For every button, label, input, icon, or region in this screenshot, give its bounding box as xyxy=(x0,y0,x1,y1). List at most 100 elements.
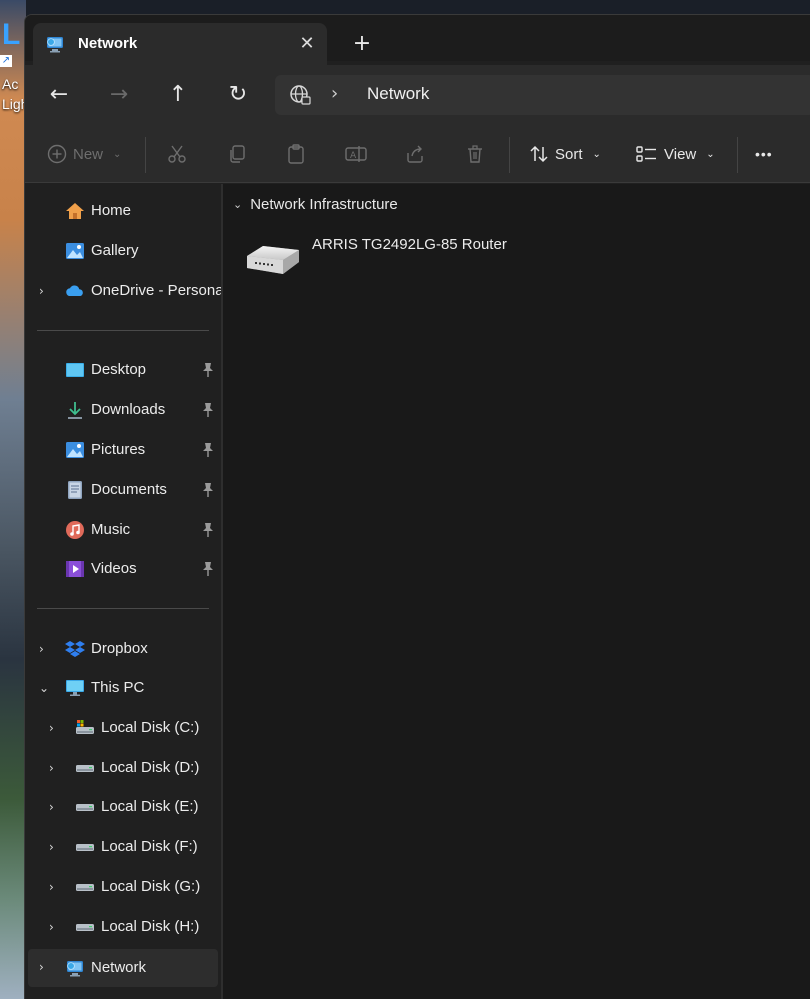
navigation-bar: ← → ↑ ↻ › Network xyxy=(25,65,810,125)
more-options-button[interactable]: ••• xyxy=(755,142,773,166)
command-bar: New ⌄ A Sort ⌄ View ⌄ ••• xyxy=(25,125,810,183)
chevron-right-icon[interactable]: › xyxy=(49,839,61,855)
sidebar-item-music[interactable]: Music xyxy=(25,512,221,548)
sidebar-item-label: Local Disk (H:) xyxy=(101,918,200,935)
sidebar-item-label: Network xyxy=(91,959,147,976)
sort-icon xyxy=(530,145,548,163)
file-list-pane: ⌄ Network Infrastructure ARRIS TG2492LG-… xyxy=(223,184,810,999)
sidebar-item-label: OneDrive - Persona xyxy=(91,282,224,299)
sidebar-item-label: Gallery xyxy=(91,242,139,259)
toolbar-divider xyxy=(737,137,738,173)
paste-button[interactable] xyxy=(286,142,306,166)
chevron-right-icon[interactable]: › xyxy=(39,959,51,975)
pin-icon[interactable] xyxy=(201,482,215,498)
sidebar-item-documents[interactable]: Documents xyxy=(25,472,221,508)
clipboard-icon xyxy=(288,144,304,164)
dropbox-icon xyxy=(65,641,85,657)
up-button[interactable]: ↑ xyxy=(164,81,192,109)
scissors-icon xyxy=(168,145,186,163)
device-item[interactable]: ARRIS TG2492LG-85 Router xyxy=(243,234,523,286)
sidebar-item-local-disk-f[interactable]: › Local Disk (F:) xyxy=(25,829,221,865)
group-header-network-infrastructure[interactable]: ⌄ Network Infrastructure xyxy=(233,196,398,213)
network-icon xyxy=(47,37,63,53)
chevron-right-icon[interactable]: › xyxy=(39,283,51,299)
back-button[interactable]: ← xyxy=(45,81,73,109)
sidebar-item-label: Local Disk (G:) xyxy=(101,878,201,895)
music-icon xyxy=(66,521,84,539)
toolbar-divider xyxy=(145,137,146,173)
cut-button[interactable] xyxy=(167,142,187,166)
sidebar-item-gallery[interactable]: Gallery xyxy=(25,233,221,269)
disk-icon xyxy=(76,765,94,772)
sidebar-item-local-disk-g[interactable]: › Local Disk (G:) xyxy=(25,869,221,905)
pin-icon[interactable] xyxy=(201,362,215,378)
sidebar-item-label: Documents xyxy=(91,481,167,498)
forward-button[interactable]: → xyxy=(105,81,133,109)
sidebar-item-pictures[interactable]: Pictures xyxy=(25,432,221,468)
pin-icon[interactable] xyxy=(201,402,215,418)
chevron-right-icon[interactable]: › xyxy=(49,799,61,815)
new-tab-button[interactable]: + xyxy=(351,33,373,55)
chevron-right-icon[interactable]: › xyxy=(39,641,51,657)
sidebar-item-local-disk-h[interactable]: › Local Disk (H:) xyxy=(25,909,221,945)
gallery-icon xyxy=(66,243,84,259)
sidebar-item-desktop[interactable]: Desktop xyxy=(25,352,221,388)
sidebar-item-label: Local Disk (E:) xyxy=(101,798,199,815)
delete-button[interactable] xyxy=(465,142,485,166)
chevron-down-icon: ⌄ xyxy=(592,148,601,160)
sort-button-label: Sort xyxy=(555,145,583,163)
view-button-label: View xyxy=(664,145,697,163)
new-button[interactable]: New ⌄ xyxy=(47,142,121,166)
tab-network[interactable]: Network ✕ xyxy=(33,23,327,65)
tab-bar: Network ✕ + xyxy=(25,15,810,65)
chevron-right-icon[interactable]: › xyxy=(49,720,61,736)
sidebar-item-network[interactable]: › Network xyxy=(28,949,218,987)
pin-icon[interactable] xyxy=(201,561,215,577)
rename-icon: A xyxy=(345,146,367,162)
sidebar-item-this-pc[interactable]: ⌄ This PC xyxy=(25,670,221,706)
sidebar-item-dropbox[interactable]: › Dropbox xyxy=(25,631,221,667)
pictures-icon xyxy=(66,442,84,458)
sidebar-item-label: Local Disk (C:) xyxy=(101,719,200,736)
sidebar-item-label: Dropbox xyxy=(91,640,148,657)
desktop-folder-icon xyxy=(66,363,84,377)
pin-icon[interactable] xyxy=(201,522,215,538)
disk-icon xyxy=(76,924,94,931)
chevron-down-icon: ⌄ xyxy=(233,199,243,211)
chevron-right-icon[interactable]: › xyxy=(49,879,61,895)
rename-button[interactable]: A xyxy=(345,142,367,166)
this-pc-icon xyxy=(66,680,84,696)
onedrive-icon xyxy=(66,285,83,296)
disk-icon xyxy=(76,844,94,851)
copy-icon xyxy=(230,145,245,163)
chevron-down-icon[interactable]: ⌄ xyxy=(39,680,51,696)
sidebar-item-local-disk-e[interactable]: › Local Disk (E:) xyxy=(25,789,221,825)
sidebar-item-videos[interactable]: Videos xyxy=(25,551,221,587)
share-button[interactable] xyxy=(405,142,425,166)
sidebar-item-onedrive[interactable]: › OneDrive - Persona xyxy=(25,273,224,309)
sidebar-item-label: Music xyxy=(91,521,131,538)
home-icon xyxy=(66,203,84,219)
refresh-button[interactable]: ↻ xyxy=(224,81,252,109)
view-button[interactable]: View ⌄ xyxy=(636,142,715,166)
breadcrumb-separator: › xyxy=(331,83,339,104)
device-label: ARRIS TG2492LG-85 Router xyxy=(312,236,507,253)
close-tab-button[interactable]: ✕ xyxy=(297,34,317,54)
desktop-app-icon[interactable]: L xyxy=(2,18,20,52)
sidebar-item-local-disk-d[interactable]: › Local Disk (D:) xyxy=(25,750,221,786)
new-button-label: New xyxy=(73,145,104,163)
breadcrumb-network[interactable]: Network xyxy=(367,84,429,104)
sidebar-item-local-disk-c[interactable]: › Local Disk (C:) xyxy=(25,710,221,746)
sidebar-item-home[interactable]: Home xyxy=(25,193,221,229)
sidebar-item-downloads[interactable]: Downloads xyxy=(25,392,221,428)
shortcut-arrow-icon: ↗ xyxy=(0,55,12,67)
copy-button[interactable] xyxy=(227,142,247,166)
chevron-right-icon[interactable]: › xyxy=(49,760,61,776)
address-bar[interactable]: › Network xyxy=(275,75,810,115)
pin-icon[interactable] xyxy=(201,442,215,458)
sort-button[interactable]: Sort ⌄ xyxy=(529,142,601,166)
chevron-down-icon: ⌄ xyxy=(706,148,715,160)
more-icon: ••• xyxy=(755,146,773,162)
chevron-right-icon[interactable]: › xyxy=(49,919,61,935)
sidebar-item-label: Desktop xyxy=(91,361,147,378)
